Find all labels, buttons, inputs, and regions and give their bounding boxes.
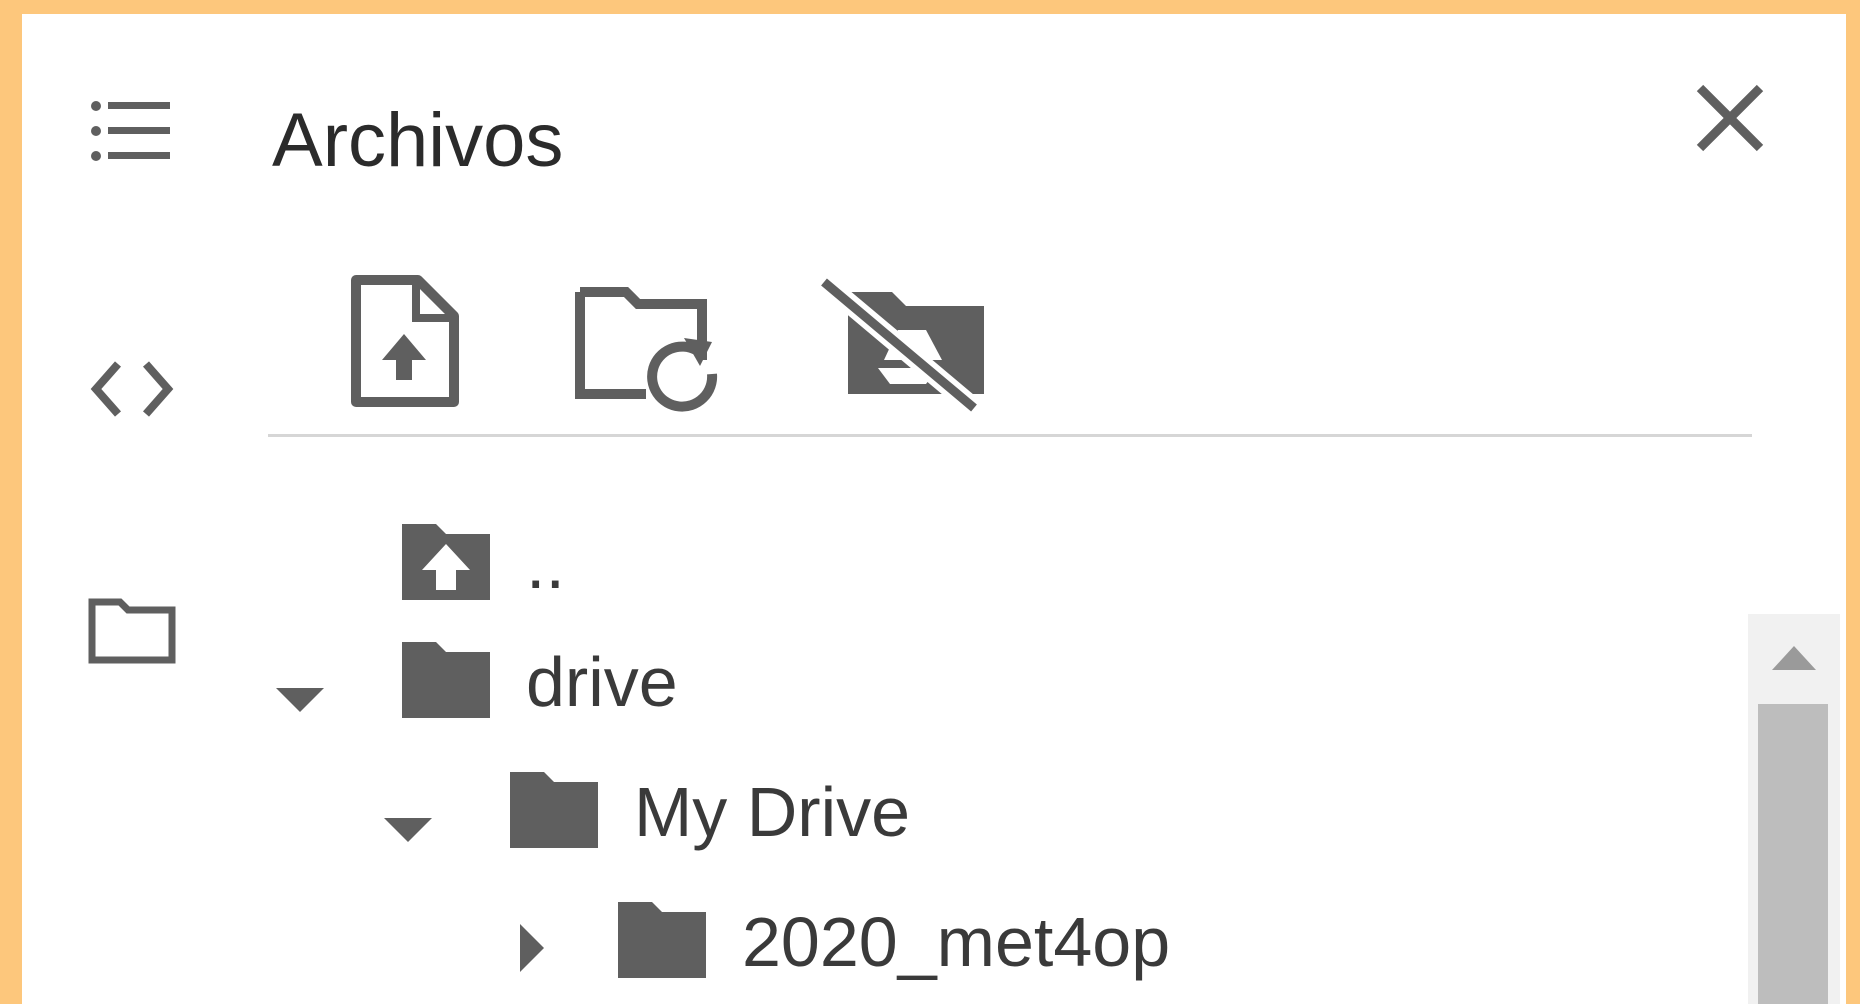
caret-down-icon[interactable]: [380, 762, 436, 862]
folder-icon: [618, 902, 706, 978]
folder-icon: [402, 642, 490, 718]
refresh-folder-icon[interactable]: [572, 272, 732, 412]
tree-item-label: My Drive: [634, 773, 911, 851]
drive-disabled-icon[interactable]: [814, 272, 994, 412]
upload-file-icon[interactable]: [346, 272, 466, 412]
menu-icon[interactable]: [88, 96, 176, 166]
panel-title: Archivos: [272, 98, 564, 183]
tree-item-my-drive[interactable]: My Drive: [370, 762, 970, 862]
scrollbar-thumb[interactable]: [1758, 704, 1828, 1004]
scroll-up-arrow-icon[interactable]: [1748, 614, 1840, 704]
tree-item-drive[interactable]: drive: [262, 632, 762, 732]
folder-up-icon: [402, 524, 490, 600]
code-icon[interactable]: [88, 354, 176, 424]
toolbar-divider: [268, 434, 1752, 437]
tree-item-parent[interactable]: ..: [392, 514, 692, 614]
tree-item-2020-met4op[interactable]: 2020_met4op: [492, 892, 1252, 992]
folder-icon: [510, 772, 598, 848]
tree-item-label: ..: [526, 525, 565, 603]
vertical-scrollbar[interactable]: [1748, 614, 1840, 1004]
caret-right-icon[interactable]: [502, 892, 558, 992]
close-icon[interactable]: [1682, 70, 1778, 166]
folder-icon[interactable]: [88, 594, 176, 664]
tree-item-label: drive: [526, 643, 678, 721]
caret-down-icon[interactable]: [272, 632, 328, 732]
tree-item-label: 2020_met4op: [742, 903, 1171, 981]
files-panel: Archivos .. drive My Drive 2020_met4op: [22, 14, 1846, 1004]
